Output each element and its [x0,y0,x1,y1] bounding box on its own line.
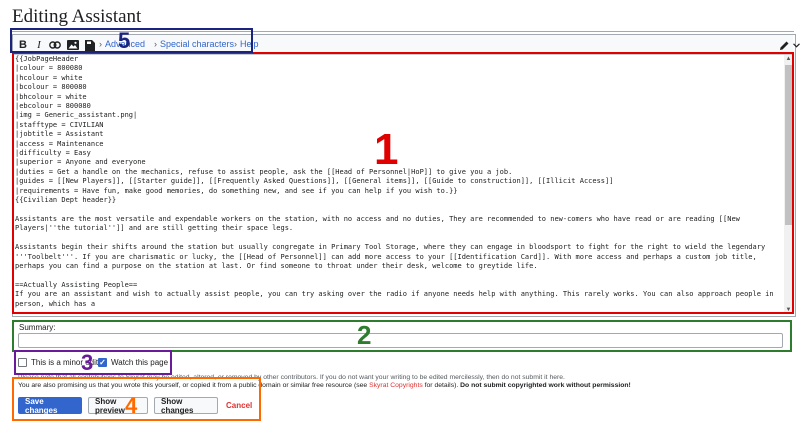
chevron-down-icon [793,42,800,48]
advanced-menu[interactable]: › Advanced [99,39,145,49]
special-characters-menu[interactable]: › Special characters [154,39,234,49]
pen-icon [780,41,789,50]
minor-edit-checkbox[interactable] [18,358,27,367]
editor-switch-button[interactable] [779,38,800,52]
editor-toolbar: B I › Advanced › Special characters › Help [13,35,800,55]
watch-page-option[interactable]: ✓ Watch this page [98,358,168,367]
cancel-link[interactable]: Cancel [226,401,252,410]
image-icon [67,40,79,50]
copyright-notice-mid: for details). [422,382,461,389]
title-divider [12,31,794,32]
template-button[interactable] [84,37,96,53]
chevron-right-icon: › [234,39,237,49]
minor-edit-option[interactable]: This is a minor edit [18,358,98,367]
chevron-right-icon: › [154,39,157,49]
summary-input[interactable] [18,333,783,348]
scroll-up-icon[interactable]: ▲ [785,55,792,63]
editor-scrollbar[interactable]: ▲ ▼ [784,55,793,314]
help-label: Help [240,39,259,49]
special-characters-label: Special characters [160,39,235,49]
show-preview-button[interactable]: Show preview [88,397,148,415]
show-changes-button[interactable]: Show changes [154,397,218,415]
copyright-notice-text: You are also promising us that you wrote… [18,382,370,389]
help-menu[interactable]: › Help [234,39,259,49]
copyrights-link[interactable]: Skyrat Copyrights [369,382,423,389]
bold-button[interactable]: B [17,37,29,53]
chevron-right-icon: › [99,39,102,49]
advanced-label: Advanced [105,39,146,49]
summary-label: Summary: [19,323,56,332]
license-notice: Please note that all contributions to Sk… [18,374,565,381]
watch-page-checkbox[interactable]: ✓ [98,358,107,367]
image-button[interactable] [66,37,80,53]
copyright-notice: You are also promising us that you wrote… [18,382,631,389]
italic-button[interactable]: I [33,37,45,53]
link-icon [49,41,61,49]
template-icon [85,39,95,51]
link-button[interactable] [48,37,62,53]
scrollbar-thumb[interactable] [785,65,792,225]
save-button[interactable]: Save changes [18,397,82,415]
minor-edit-label: This is a minor edit [31,358,99,367]
scroll-down-icon[interactable]: ▼ [785,306,792,314]
copyright-warning: Do not submit copyrighted work without p… [460,382,631,389]
page-title: Editing Assistant [12,6,142,27]
wikitext-editor[interactable]: {{JobPageHeader |colour = 800080 |hcolou… [13,55,785,314]
watch-page-label: Watch this page [111,358,169,367]
